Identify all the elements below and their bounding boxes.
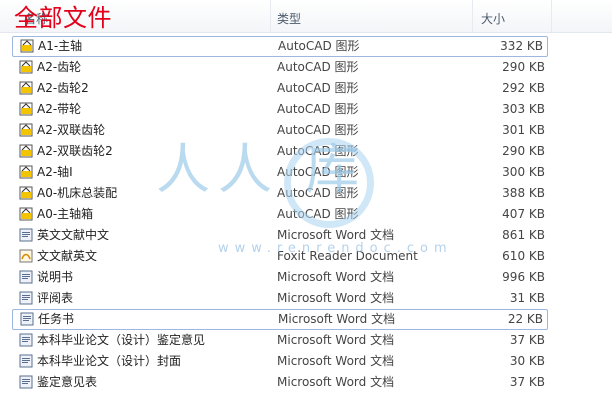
column-separator[interactable] [551, 0, 552, 32]
file-type: AutoCAD 图形 [278, 39, 360, 53]
file-size: 300 KB [502, 165, 545, 179]
file-type: Microsoft Word 文档 [277, 354, 395, 368]
file-type: AutoCAD 图形 [277, 123, 359, 137]
file-size: 861 KB [502, 228, 545, 242]
file-name: A2-齿轮2 [37, 81, 89, 95]
file-size: 610 KB [502, 249, 545, 263]
file-type: Microsoft Word 文档 [277, 270, 395, 284]
file-size: 301 KB [502, 123, 545, 137]
word-file-icon [20, 312, 34, 326]
file-type: Foxit Reader Document [277, 249, 418, 263]
file-name: 说明书 [37, 270, 74, 284]
file-name: A2-齿轮 [37, 60, 82, 74]
file-name: 英文文献中文 [37, 228, 110, 242]
file-row[interactable]: 鉴定意见表 Microsoft Word 文档 37 KB [0, 372, 612, 393]
column-type-header[interactable]: 类型 [277, 10, 301, 27]
file-size: 290 KB [502, 60, 545, 74]
file-size: 290 KB [502, 144, 545, 158]
file-name: A1-主轴 [38, 39, 83, 53]
autocad-file-icon [19, 123, 33, 137]
file-type: AutoCAD 图形 [277, 144, 359, 158]
file-type: Microsoft Word 文档 [277, 228, 395, 242]
file-row[interactable]: 本科毕业论文（设计）封面 Microsoft Word 文档 30 KB [0, 351, 612, 372]
file-row[interactable]: A1-主轴 AutoCAD 图形 332 KB [12, 36, 548, 57]
file-row[interactable]: 本科毕业论文（设计）鉴定意见 Microsoft Word 文档 37 KB [0, 330, 612, 351]
autocad-file-icon [19, 81, 33, 95]
file-size: 37 KB [509, 333, 545, 347]
autocad-file-icon [20, 39, 34, 53]
file-name: 本科毕业论文（设计）封面 [37, 354, 182, 368]
column-separator[interactable] [472, 0, 473, 32]
column-size-header[interactable]: 大小 [481, 10, 505, 27]
file-type: AutoCAD 图形 [277, 186, 359, 200]
file-size: 37 KB [509, 375, 545, 389]
file-size: 407 KB [502, 207, 545, 221]
file-row[interactable]: 评阅表 Microsoft Word 文档 31 KB [0, 288, 612, 309]
file-size: 332 KB [500, 39, 543, 53]
word-file-icon [19, 291, 33, 305]
file-row[interactable]: A2-轴I AutoCAD 图形 300 KB [0, 162, 612, 183]
word-file-icon [19, 354, 33, 368]
autocad-file-icon [19, 60, 33, 74]
file-row[interactable]: A2-齿轮2 AutoCAD 图形 292 KB [0, 78, 612, 99]
file-name: 文文献英文 [37, 249, 98, 263]
file-row[interactable]: 文文献英文 Foxit Reader Document 610 KB [0, 246, 612, 267]
autocad-file-icon [19, 207, 33, 221]
column-separator[interactable] [270, 0, 271, 32]
file-browser-window: 名称 类型 大小 全部文件 A1-主轴 AutoCAD 图形 332 KB A2-齿轮… [0, 0, 612, 413]
file-name: 本科毕业论文（设计）鉴定意见 [37, 333, 206, 347]
file-type: AutoCAD 图形 [277, 102, 359, 116]
file-size: 388 KB [502, 186, 545, 200]
file-type: Microsoft Word 文档 [277, 291, 395, 305]
word-file-icon [19, 375, 33, 389]
autocad-file-icon [19, 165, 33, 179]
file-type: Microsoft Word 文档 [277, 333, 395, 347]
autocad-file-icon [19, 102, 33, 116]
file-row[interactable]: A0-机床总装配 AutoCAD 图形 388 KB [0, 183, 612, 204]
page-title: 全部文件 [14, 4, 112, 32]
file-row[interactable]: A2-带轮 AutoCAD 图形 303 KB [0, 99, 612, 120]
autocad-file-icon [19, 186, 33, 200]
file-row[interactable]: A2-双联齿轮2 AutoCAD 图形 290 KB [0, 141, 612, 162]
file-row[interactable]: 英文文献中文 Microsoft Word 文档 861 KB [0, 225, 612, 246]
file-type: Microsoft Word 文档 [277, 375, 395, 389]
file-row[interactable]: 说明书 Microsoft Word 文档 996 KB [0, 267, 612, 288]
file-name: A2-带轮 [37, 102, 82, 116]
file-row[interactable]: A2-双联齿轮 AutoCAD 图形 301 KB [0, 120, 612, 141]
file-name: A2-轴I [37, 165, 73, 179]
file-list: A1-主轴 AutoCAD 图形 332 KB A2-齿轮 AutoCAD 图形 290 … [0, 36, 612, 393]
file-size: 30 KB [509, 354, 545, 368]
file-name: A2-双联齿轮 [37, 123, 106, 137]
file-name: A2-双联齿轮2 [37, 144, 113, 158]
word-file-icon [19, 228, 33, 242]
file-row[interactable]: A0-主轴箱 AutoCAD 图形 407 KB [0, 204, 612, 225]
word-file-icon [19, 270, 33, 284]
word-file-icon [19, 333, 33, 347]
file-size: 303 KB [502, 102, 545, 116]
file-size: 22 KB [507, 312, 543, 326]
file-name: 评阅表 [37, 291, 74, 305]
file-type: AutoCAD 图形 [277, 60, 359, 74]
file-type: AutoCAD 图形 [277, 165, 359, 179]
file-type: AutoCAD 图形 [277, 207, 359, 221]
file-name: A0-主轴箱 [37, 207, 94, 221]
pdf-file-icon [19, 249, 33, 263]
autocad-file-icon [19, 144, 33, 158]
file-size: 996 KB [502, 270, 545, 284]
file-name: 鉴定意见表 [37, 375, 98, 389]
file-name: A0-机床总装配 [37, 186, 118, 200]
file-row[interactable]: 任务书 Microsoft Word 文档 22 KB [12, 309, 548, 330]
file-type: Microsoft Word 文档 [278, 312, 396, 326]
file-size: 31 KB [509, 291, 545, 305]
file-row[interactable]: A2-齿轮 AutoCAD 图形 290 KB [0, 57, 612, 78]
file-size: 292 KB [502, 81, 545, 95]
file-type: AutoCAD 图形 [277, 81, 359, 95]
file-name: 任务书 [38, 312, 75, 326]
